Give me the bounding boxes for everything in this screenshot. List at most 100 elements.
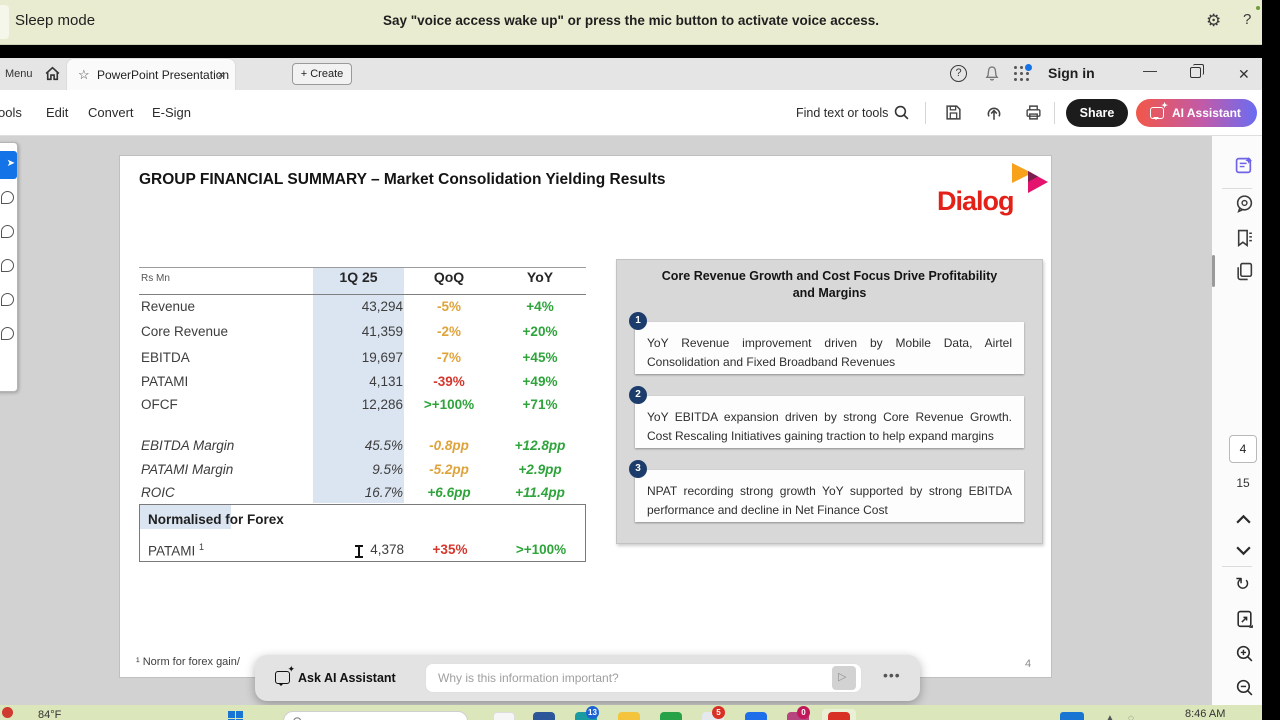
zoom-tool-icon[interactable] <box>1 191 14 204</box>
comments-icon[interactable] <box>1235 194 1254 218</box>
ai-send-button[interactable] <box>832 666 856 690</box>
forex-row-qoq: +35% <box>405 542 495 557</box>
menu-button[interactable]: Menu <box>5 68 33 80</box>
apps-grid-icon[interactable] <box>1014 66 1030 82</box>
document-tab[interactable]: ☆ PowerPoint Presentation × <box>66 58 236 90</box>
next-page-chevron-icon[interactable] <box>1235 543 1252 561</box>
voice-help-icon[interactable]: ? <box>1243 11 1251 28</box>
tools-menu[interactable]: ools <box>0 105 22 120</box>
ai-more-options[interactable]: ••• <box>883 667 901 683</box>
quick-tools-palette[interactable] <box>0 142 18 392</box>
item-number-badge: 1 <box>629 312 647 330</box>
table-row: Core Revenue 41,359 -2% +20% <box>139 320 586 344</box>
row-label: PATAMI <box>141 374 188 389</box>
notifications-bell-icon[interactable] <box>984 65 1000 87</box>
zoom-in-icon[interactable] <box>1235 644 1254 668</box>
windows-start-icon[interactable] <box>228 711 244 720</box>
row-qoq: -5% <box>404 299 494 314</box>
slide-footnote: ¹ Norm for forex gain/ <box>136 656 240 668</box>
tray-icon[interactable]: ▲ <box>1105 713 1115 720</box>
current-page-input[interactable]: 4 <box>1229 435 1257 463</box>
search-icon[interactable] <box>893 104 910 126</box>
page-thumbnails-icon[interactable] <box>1235 262 1254 286</box>
tab-close-icon[interactable]: × <box>217 67 225 82</box>
taskbar-app-icon[interactable] <box>660 712 682 720</box>
screen: Sleep mode Say "voice access wake up" or… <box>0 0 1262 720</box>
taskbar-app-icon-active[interactable] <box>828 712 850 720</box>
taskbar-app-icon[interactable] <box>618 712 640 720</box>
ai-summary-icon[interactable] <box>1235 156 1254 180</box>
tab-title: PowerPoint Presentation <box>97 68 229 82</box>
weather-temperature[interactable]: 84°F <box>38 709 61 720</box>
ai-chat-icon <box>1150 107 1164 119</box>
text-cursor <box>354 544 364 559</box>
home-icon[interactable] <box>44 65 61 87</box>
weather-icon[interactable] <box>2 707 13 718</box>
col-header-qoq: QoQ <box>404 269 494 285</box>
create-button[interactable]: + Create <box>292 63 352 85</box>
taskbar-language-icon[interactable] <box>1060 712 1084 720</box>
share-button[interactable]: Share <box>1066 99 1128 127</box>
window-close-button[interactable]: ✕ <box>1238 66 1250 83</box>
previous-page-chevron-icon[interactable] <box>1235 512 1252 530</box>
row-label: EBITDA Margin <box>141 438 234 453</box>
text-tool-icon[interactable] <box>1 293 14 306</box>
bookmarks-icon[interactable] <box>1235 229 1254 253</box>
voice-access-message: Say "voice access wake up" or press the … <box>0 13 1262 28</box>
window-restore-button[interactable] <box>1190 67 1201 78</box>
row-yoy: +20% <box>494 324 586 339</box>
row-qoq: -5.2pp <box>404 462 494 477</box>
taskbar-search-box[interactable] <box>283 711 468 720</box>
ai-assistant-label: AI Assistant <box>1172 106 1241 120</box>
document-viewport: GROUP FINANCIAL SUMMARY – Market Consoli… <box>0 136 1262 705</box>
row-label: PATAMI Margin <box>141 462 233 477</box>
sign-in-button[interactable]: Sign in <box>1048 65 1095 81</box>
edit-menu[interactable]: Edit <box>46 105 68 120</box>
forex-row-yoy: >+100% <box>495 542 587 557</box>
row-qoq: -7% <box>404 350 494 365</box>
commentary-text: YoY EBITDA expansion driven by strong Co… <box>647 408 1012 445</box>
find-text-label[interactable]: Find text or tools <box>796 106 888 120</box>
tab-star-icon[interactable]: ☆ <box>78 67 90 83</box>
ai-question-input[interactable] <box>425 663 862 693</box>
col-header-period: 1Q 25 <box>313 269 404 285</box>
highlight-tool-icon[interactable] <box>1 259 14 272</box>
ai-assistant-button[interactable]: AI Assistant <box>1136 99 1257 127</box>
esign-menu[interactable]: E-Sign <box>152 105 191 120</box>
commentary-item: 3 NPAT recording strong growth YoY suppo… <box>635 470 1024 522</box>
taskbar-app-icon[interactable] <box>745 712 767 720</box>
commentary-item: 2 YoY EBITDA expansion driven by strong … <box>635 396 1024 448</box>
voice-settings-gear-icon[interactable]: ⚙ <box>1206 11 1221 31</box>
select-tool-active[interactable] <box>0 151 17 179</box>
convert-menu[interactable]: Convert <box>88 105 134 120</box>
scrollbar-thumb[interactable] <box>1212 255 1215 287</box>
slide-page: GROUP FINANCIAL SUMMARY – Market Consoli… <box>119 155 1052 678</box>
item-number-badge: 3 <box>629 460 647 478</box>
row-label: EBITDA <box>141 350 190 365</box>
help-icon[interactable]: ? <box>950 65 967 82</box>
zoom-out-icon[interactable] <box>1235 678 1254 702</box>
table-row: EBITDA 19,697 -7% +45% <box>139 346 586 370</box>
table-row-margin: ROIC 16.7% +6.6pp +11.4pp <box>139 481 586 505</box>
taskbar-clock[interactable]: 8:46 AM <box>1185 708 1225 720</box>
row-yoy: +2.9pp <box>494 462 586 477</box>
row-label: OFCF <box>141 397 178 412</box>
toolbar-divider <box>1054 102 1055 124</box>
taskbar-app-icon[interactable] <box>493 712 515 720</box>
notification-dot <box>1025 64 1032 71</box>
comment-tool-icon[interactable] <box>1 225 14 238</box>
upload-share-icon[interactable] <box>985 104 1003 127</box>
commentary-text: NPAT recording strong growth YoY support… <box>647 482 1012 519</box>
print-icon[interactable] <box>1025 104 1042 126</box>
row-label: ROIC <box>141 485 175 500</box>
tray-network-icon[interactable]: ◌ <box>1128 713 1134 720</box>
table-top-rule <box>139 267 586 268</box>
fit-page-icon[interactable] <box>1235 610 1254 635</box>
rotate-page-icon[interactable]: ↻ <box>1235 574 1250 595</box>
row-qoq: -0.8pp <box>404 438 494 453</box>
taskbar-app-icon[interactable] <box>533 712 555 720</box>
sign-tool-icon[interactable] <box>1 327 14 340</box>
window-minimize-button[interactable]: — <box>1143 62 1157 78</box>
save-icon[interactable] <box>945 104 962 126</box>
table-row-margin: EBITDA Margin 45.5% -0.8pp +12.8pp <box>139 434 586 458</box>
